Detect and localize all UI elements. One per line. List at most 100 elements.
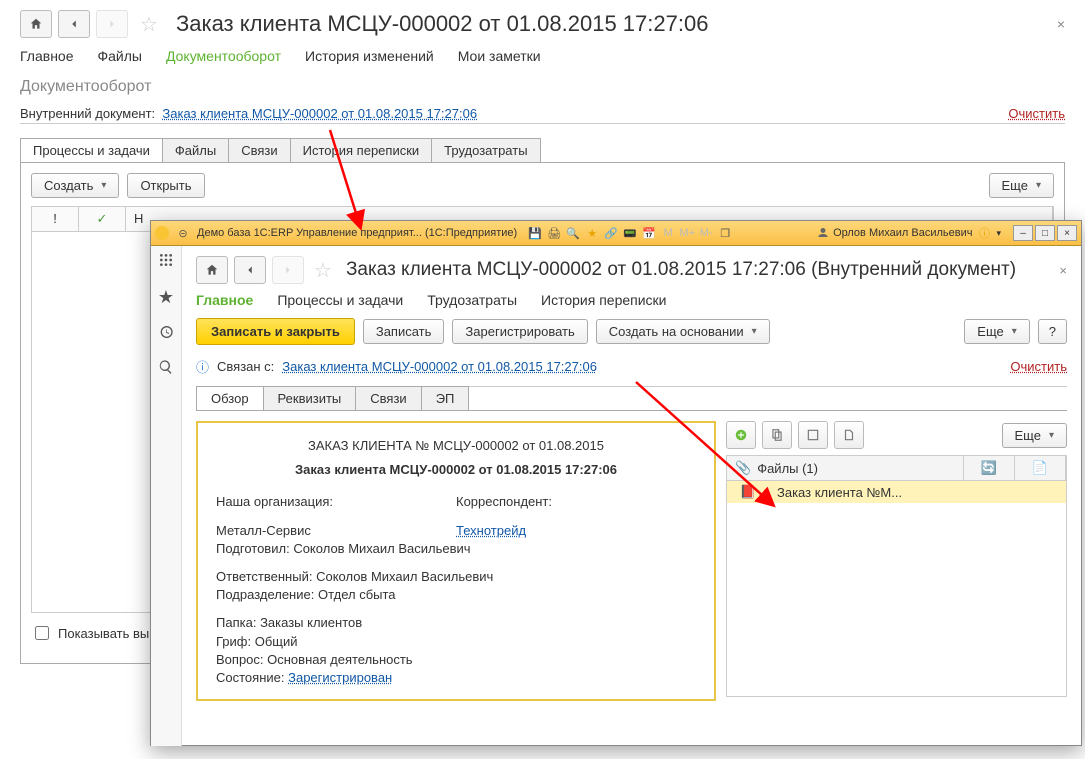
show-done-checkbox[interactable] — [35, 626, 49, 640]
win2-more-button[interactable]: Еще — [964, 319, 1029, 344]
nav-main[interactable]: Главное — [20, 48, 74, 64]
create-on-basis-button[interactable]: Создать на основании — [596, 319, 770, 344]
tab-correspondence[interactable]: История переписки — [290, 138, 433, 162]
user-badge[interactable]: Орлов Михаил Васильевич ⓘ ▾ — [817, 225, 1001, 241]
win2-title-text: Демо база 1С:ERP Управление предприят...… — [197, 227, 517, 239]
help-button[interactable]: ? — [1038, 319, 1067, 344]
col-refresh-icon[interactable]: 🔄 — [964, 456, 1015, 480]
win2-nav: Главное Процессы и задачи Трудозатраты И… — [196, 292, 1067, 308]
win2-back-button[interactable] — [234, 256, 266, 284]
side-history-icon[interactable] — [158, 324, 174, 343]
view-file-button[interactable] — [798, 421, 828, 449]
win2-nav-proc[interactable]: Процессы и задачи — [277, 292, 403, 308]
col-check[interactable]: ✓ — [79, 207, 126, 231]
nav-docflow[interactable]: Документооборот — [166, 48, 281, 64]
back-button[interactable] — [58, 10, 90, 38]
page-title: Заказ клиента МСЦУ-000002 от 01.08.2015 … — [176, 11, 709, 37]
internal-doc-link[interactable]: Заказ клиента МСЦУ-000002 от 01.08.2015 … — [162, 106, 477, 121]
info-icon[interactable]: ⓘ — [976, 225, 992, 241]
nav-history[interactable]: История изменений — [305, 48, 434, 64]
internal-doc-row: Внутренний документ: Заказ клиента МСЦУ-… — [20, 106, 1065, 124]
create-button[interactable]: Создать — [31, 173, 119, 198]
win2-nav-main[interactable]: Главное — [196, 292, 253, 308]
preview-icon[interactable]: 🔍 — [565, 225, 581, 241]
linked-doc-link[interactable]: Заказ клиента МСЦУ-000002 от 01.08.2015 … — [282, 359, 597, 374]
nav-files[interactable]: Файлы — [98, 48, 142, 64]
windows-icon[interactable]: ❐ — [717, 225, 733, 241]
home-button[interactable] — [20, 10, 52, 38]
side-menu-icon[interactable] — [158, 252, 174, 271]
state-link[interactable]: Зарегистрирован — [288, 670, 392, 685]
save-button[interactable]: Записать — [363, 319, 445, 344]
minimize-button[interactable]: – — [1013, 225, 1033, 241]
col-flag[interactable]: ! — [32, 207, 79, 231]
mplus-icon[interactable]: M+ — [679, 225, 695, 241]
win2-favorite-icon[interactable]: ☆ — [314, 258, 332, 283]
more-button[interactable]: Еще — [989, 173, 1054, 198]
pdf-icon: 📕 — [740, 484, 756, 499]
win2-nav-effort[interactable]: Трудозатраты — [427, 292, 517, 308]
tab-effort[interactable]: Трудозатраты — [431, 138, 540, 162]
side-search-icon[interactable] — [158, 359, 174, 378]
app-icon — [155, 226, 169, 240]
show-done-label: Показывать выпо — [58, 626, 164, 641]
nav-notes[interactable]: Мои заметки — [458, 48, 541, 64]
linked-label: Связан с: — [217, 359, 274, 374]
internal-doc-label: Внутренний документ: — [20, 106, 155, 121]
close-button[interactable]: × — [1057, 16, 1065, 32]
win2-nav-corr[interactable]: История переписки — [541, 292, 666, 308]
our-org-label: Наша организация: — [216, 493, 456, 511]
tab-props[interactable]: Реквизиты — [263, 386, 357, 410]
calc-icon[interactable]: 📟 — [622, 225, 638, 241]
copy-file-button[interactable] — [762, 421, 792, 449]
win2-home-button[interactable] — [196, 256, 228, 284]
calendar-icon[interactable]: 📅 — [641, 225, 657, 241]
toolbar: ☆ Заказ клиента МСЦУ-000002 от 01.08.201… — [20, 10, 1065, 38]
dropdown-icon[interactable]: ⊝ — [175, 225, 191, 241]
win2-forward-button[interactable] — [272, 256, 304, 284]
save-icon[interactable]: 💾 — [527, 225, 543, 241]
tab-processes[interactable]: Процессы и задачи — [20, 138, 163, 162]
sign-file-button[interactable] — [834, 421, 864, 449]
add-file-button[interactable] — [726, 421, 756, 449]
open-button[interactable]: Открыть — [127, 173, 204, 198]
tab-links2[interactable]: Связи — [355, 386, 421, 410]
korr-link[interactable]: Технотрейд — [456, 523, 526, 538]
close-window-button[interactable]: × — [1057, 225, 1077, 241]
link-icon[interactable]: 🔗 — [603, 225, 619, 241]
tab-files[interactable]: Файлы — [162, 138, 229, 162]
tab-overview[interactable]: Обзор — [196, 386, 264, 410]
attach-icon: 📎 — [735, 460, 751, 476]
win2-titlebar: ⊝ Демо база 1С:ERP Управление предприят.… — [151, 221, 1081, 246]
maximize-button[interactable]: □ — [1035, 225, 1055, 241]
mminus-icon[interactable]: M- — [698, 225, 714, 241]
save-close-button[interactable]: Записать и закрыть — [196, 318, 355, 345]
side-star-icon[interactable]: ★ — [158, 287, 174, 308]
file-row[interactable]: 📕 Заказ клиента №М... — [727, 481, 1066, 503]
win2-clear-link[interactable]: Очистить — [1010, 359, 1067, 374]
tab-ep[interactable]: ЭП — [421, 386, 470, 410]
our-org-value: Металл-Сервис — [216, 523, 311, 538]
tab-links[interactable]: Связи — [228, 138, 290, 162]
doc-header1: ЗАКАЗ КЛИЕНТА № МСЦУ-000002 от 01.08.201… — [216, 437, 696, 455]
nav-tabs: Главное Файлы Документооборот История из… — [20, 48, 1065, 64]
print-icon[interactable]: 🖨 — [546, 225, 562, 241]
m-icon[interactable]: M — [660, 225, 676, 241]
info-circle-icon: ⓘ — [196, 357, 209, 376]
file-name: Заказ клиента №М... — [769, 483, 910, 502]
forward-button[interactable] — [96, 10, 128, 38]
win2-title: Заказ клиента МСЦУ-000002 от 01.08.2015 … — [346, 259, 1016, 281]
register-button[interactable]: Зарегистрировать — [452, 319, 587, 344]
win2-close-button[interactable]: × — [1059, 263, 1067, 278]
files-head-label: Файлы (1) — [757, 461, 818, 476]
clear-link[interactable]: Очистить — [1008, 106, 1065, 121]
star-icon[interactable]: ★ — [584, 225, 600, 241]
sidebar: ★ — [151, 246, 182, 746]
files-more-button[interactable]: Еще — [1002, 423, 1067, 448]
win2-sub-tabs: Обзор Реквизиты Связи ЭП — [196, 386, 1067, 411]
section-heading: Документооборот — [20, 78, 1065, 96]
win2-main: ☆ Заказ клиента МСЦУ-000002 от 01.08.201… — [182, 246, 1081, 746]
col-blank-icon[interactable]: 📄 — [1015, 456, 1066, 480]
files-grid: 📎 Файлы (1) 🔄 📄 📕 Заказ клиента №М... — [726, 455, 1067, 697]
favorite-icon[interactable]: ☆ — [140, 12, 158, 37]
